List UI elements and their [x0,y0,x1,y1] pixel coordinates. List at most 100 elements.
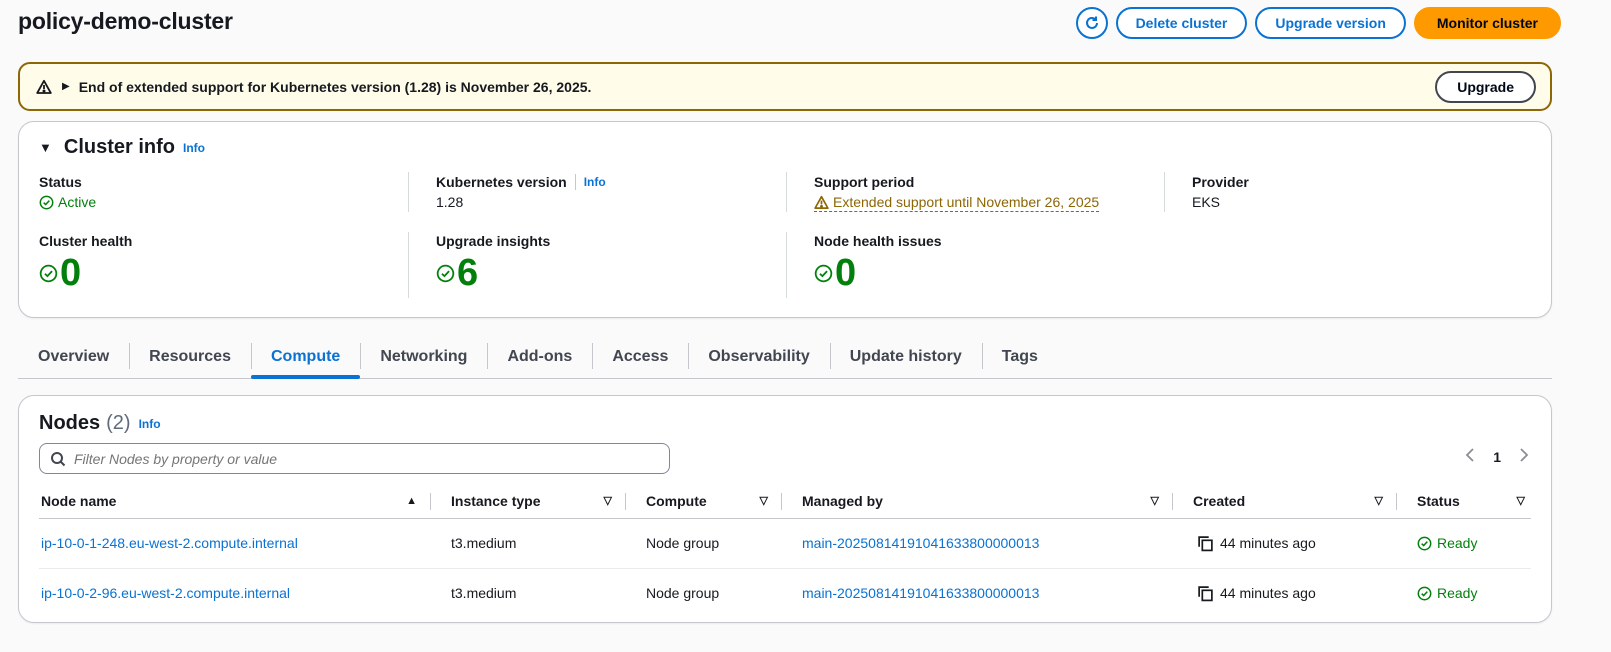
instance-type-cell: t3.medium [431,518,626,569]
status-field: Status Active [39,174,96,210]
upgrade-insights-label: Upgrade insights [436,233,551,249]
sort-icon[interactable]: ▽ [760,494,768,507]
provider-label: Provider [1192,174,1249,190]
refresh-icon [1085,16,1098,29]
tab-add-ons[interactable]: Add-ons [487,336,592,378]
banner-message: End of extended support for Kubernetes v… [78,78,592,95]
column-header-status[interactable]: Status ▽ [1397,484,1531,519]
instance-type-cell: t3.medium [451,585,517,602]
cluster-info-header[interactable]: ▼ Cluster info Info [39,136,205,159]
banner-upgrade-button[interactable]: Upgrade [1435,70,1536,103]
tab-bar: Overview Resources Compute Networking Ad… [18,336,1552,379]
current-page[interactable]: 1 [1493,449,1501,465]
sort-icon[interactable]: ▽ [604,494,612,507]
nodes-card: Nodes (2) Info 1 Node name▲ Instance typ… [18,395,1552,623]
column-header-node-name[interactable]: Node name ▲ [39,484,431,519]
created-cell: 44 minutes ago [1220,585,1316,602]
cluster-info-card: ▼ Cluster info Info Status Active Kubern… [18,121,1552,318]
managed-by-link[interactable]: main-20250814191041633800000013 [802,585,1039,601]
created-cell: 44 minutes ago [1220,535,1316,551]
node-name-link[interactable]: ip-10-0-1-248.eu-west-2.compute.internal [41,535,298,551]
status-badge: Ready [1417,535,1529,551]
node-health-issues-label: Node health issues [814,233,942,249]
provider-field: Provider EKS [1192,174,1249,210]
tab-compute[interactable]: Compute [250,336,361,379]
support-period-field: Support period Extended support until No… [814,174,1100,212]
divider [786,172,787,212]
table-row: ip-10-0-1-248.eu-west-2.compute.internal… [39,518,1531,569]
prev-page-chevron-icon[interactable] [1465,448,1475,465]
warning-icon [36,79,52,95]
nodes-info-link[interactable]: Info [139,417,161,431]
search-icon [51,451,66,466]
next-page-chevron-icon[interactable] [1519,448,1529,465]
divider [1164,172,1165,212]
table-row: ip-10-0-2-96.eu-west-2.compute.internal … [39,568,1531,618]
tab-update-history[interactable]: Update history [829,336,982,378]
kubernetes-version-value: 1.28 [436,194,464,210]
divider [786,232,787,298]
column-header-instance-type[interactable]: Instance type ▽ [431,484,626,519]
tab-networking[interactable]: Networking [360,336,487,378]
node-name-link[interactable]: ip-10-0-2-96.eu-west-2.compute.internal [41,585,290,601]
upgrade-insights-field: Upgrade insights 6 [436,233,550,295]
nodes-title: Nodes [39,412,101,434]
support-period-value[interactable]: Extended support until November 26, 2025 [814,194,1100,212]
upgrade-version-button[interactable]: Upgrade version [1255,7,1406,39]
header-actions: Delete cluster Upgrade version Monitor c… [1075,7,1561,39]
compute-cell: Node group [646,585,720,602]
cluster-health-label: Cluster health [39,233,133,249]
delete-cluster-button[interactable]: Delete cluster [1115,7,1248,39]
sort-icon[interactable]: ▽ [1151,494,1159,507]
tab-access[interactable]: Access [592,336,688,378]
cluster-health-field: Cluster health 0 [39,233,132,295]
kubernetes-version-label: Kubernetes version [436,174,567,190]
check-circle-icon [1417,536,1432,550]
nodes-table: Node name ▲ Instance type ▽ Compute ▽ Manag… [39,484,1531,618]
cluster-info-title: Cluster info [63,136,175,158]
check-circle-icon [436,264,455,282]
table-header-row: Node name ▲ Instance type ▽ Compute ▽ Manag… [39,484,1531,519]
compute-cell: Node group [626,518,782,569]
divider [408,172,409,212]
tab-tags[interactable]: Tags [981,336,1058,378]
refresh-button[interactable] [1075,7,1108,39]
tab-overview[interactable]: Overview [18,336,129,378]
upgrade-insights-value[interactable]: 6 [457,251,478,295]
monitor-cluster-button[interactable]: Monitor cluster [1413,7,1561,39]
support-period-label: Support period [814,174,915,190]
copy-icon[interactable] [1197,585,1214,602]
column-header-compute[interactable]: Compute ▽ [626,484,782,519]
filter-input[interactable] [74,450,634,467]
kubernetes-version-info-link[interactable]: Info [584,175,606,189]
managed-by-link[interactable]: main-20250814191041633800000013 [802,535,1039,551]
column-header-created[interactable]: Created ▽ [1173,484,1397,519]
check-circle-icon [39,264,58,282]
tab-observability[interactable]: Observability [688,336,829,378]
status-label: Status [39,174,82,190]
cluster-health-value[interactable]: 0 [60,251,81,295]
collapse-caret-icon[interactable]: ▼ [39,140,52,155]
copy-icon[interactable] [1197,535,1214,552]
pagination: 1 [1465,448,1529,465]
sort-icon[interactable]: ▽ [1375,494,1383,507]
node-health-issues-field: Node health issues 0 [814,233,942,295]
cluster-info-info-link[interactable]: Info [183,141,205,155]
expand-caret-icon[interactable]: ▶ [62,81,70,92]
nodes-filter[interactable] [39,443,670,474]
nodes-header: Nodes (2) Info [39,412,161,435]
divider [408,232,409,298]
nodes-count: (2) [106,412,131,434]
check-circle-icon [1417,586,1432,601]
status-badge: Ready [1417,585,1529,601]
kubernetes-version-field: Kubernetes version Info 1.28 [436,174,606,210]
status-value: Active [39,194,96,210]
check-circle-icon [39,195,54,209]
check-circle-icon [814,264,833,282]
tab-resources[interactable]: Resources [129,336,251,378]
sort-icon[interactable]: ▽ [1517,494,1525,507]
sort-ascending-icon[interactable]: ▲ [406,495,417,507]
column-header-managed-by[interactable]: Managed by ▽ [782,484,1173,519]
node-health-issues-value[interactable]: 0 [835,251,856,295]
warning-icon [814,195,829,209]
